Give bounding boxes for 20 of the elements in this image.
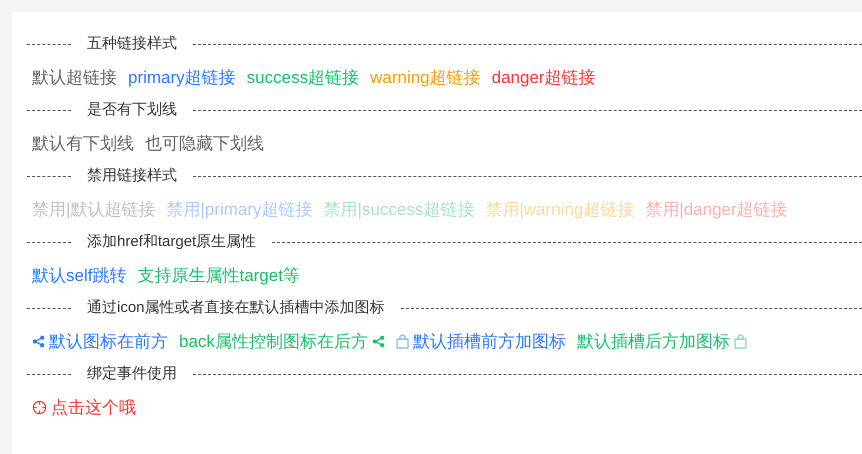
link[interactable]: 默认有下划线 xyxy=(32,130,134,156)
link[interactable]: warning超链接 xyxy=(370,64,481,90)
link[interactable]: 默认图标在前方 xyxy=(32,328,168,354)
link[interactable]: primary超链接 xyxy=(128,64,236,90)
link[interactable]: 默认超链接 xyxy=(32,64,117,90)
link[interactable]: back属性控制图标在后方 xyxy=(179,328,385,354)
link[interactable]: 默认插槽后方加图标 xyxy=(576,328,747,354)
link[interactable]: 点击这个哦 xyxy=(32,394,136,420)
section-title: 添加href和target原生属性 xyxy=(86,232,258,252)
section-title: 禁用链接样式 xyxy=(86,166,178,186)
link[interactable]: 支持原生属性target等 xyxy=(137,262,300,288)
link[interactable]: 默认self跳转 xyxy=(32,262,126,288)
section-title: 绑定事件使用 xyxy=(86,364,178,384)
section-title: 五种链接样式 xyxy=(86,34,178,54)
section-title: 是否有下划线 xyxy=(86,100,178,120)
section-title: 通过icon属性或者直接在默认插槽中添加图标 xyxy=(86,298,386,318)
link[interactable]: 也可隐藏下划线 xyxy=(145,130,264,156)
link[interactable]: success超链接 xyxy=(246,64,360,90)
link[interactable]: danger超链接 xyxy=(492,64,596,90)
link[interactable]: 默认插槽前方加图标 xyxy=(396,328,566,354)
